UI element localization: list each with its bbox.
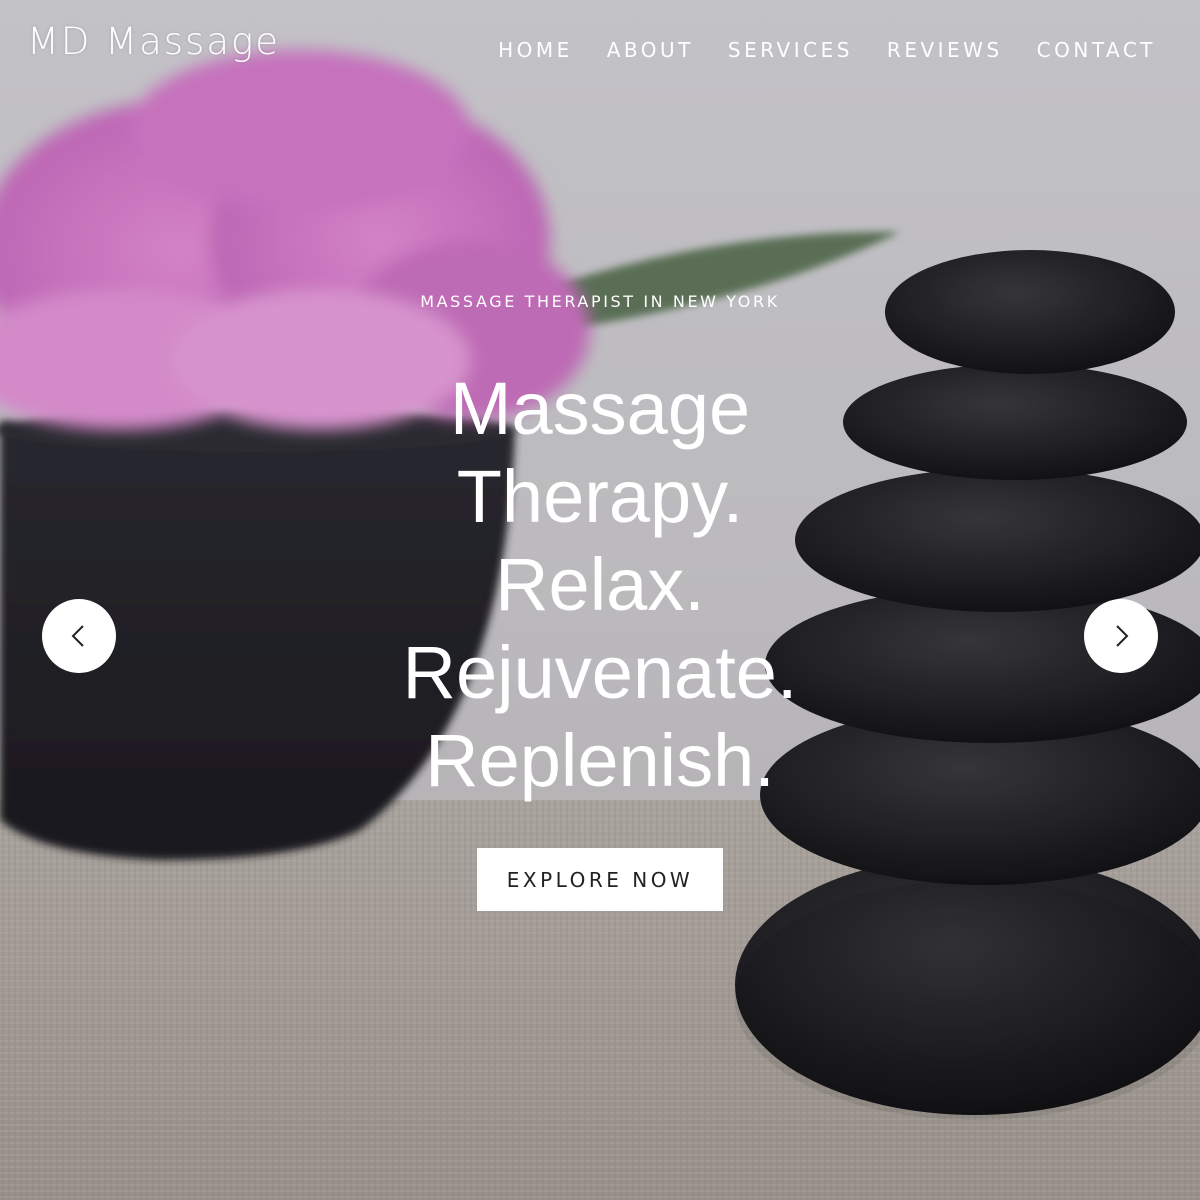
main-nav: HOME ABOUT SERVICES REVIEWS CONTACT bbox=[498, 38, 1156, 62]
explore-now-button[interactable]: EXPLORE NOW bbox=[477, 848, 723, 911]
chevron-left-icon bbox=[71, 625, 84, 647]
nav-item-home[interactable]: HOME bbox=[498, 38, 573, 62]
hero-tagline: MASSAGE THERAPIST IN NEW YORK bbox=[420, 292, 780, 311]
headline-line: Massage bbox=[449, 367, 751, 450]
headline-line: Rejuvenate. bbox=[402, 631, 798, 714]
site-logo[interactable]: MD Massage bbox=[27, 21, 280, 63]
headline-line: Replenish. bbox=[425, 719, 775, 802]
nav-item-about[interactable]: ABOUT bbox=[607, 38, 694, 62]
chevron-right-icon bbox=[1116, 625, 1129, 647]
slider-next-button[interactable] bbox=[1084, 599, 1158, 673]
slider-prev-button[interactable] bbox=[42, 599, 116, 673]
nav-item-contact[interactable]: CONTACT bbox=[1037, 38, 1156, 62]
hero-headline: Massage Therapy. Relax. Rejuvenate. Repl… bbox=[0, 365, 1200, 805]
headline-line: Therapy. bbox=[456, 455, 744, 538]
headline-line: Relax. bbox=[495, 543, 705, 626]
hero-slider: MD Massage HOME ABOUT SERVICES REVIEWS C… bbox=[0, 0, 1200, 1200]
nav-item-reviews[interactable]: REVIEWS bbox=[887, 38, 1003, 62]
nav-item-services[interactable]: SERVICES bbox=[728, 38, 853, 62]
